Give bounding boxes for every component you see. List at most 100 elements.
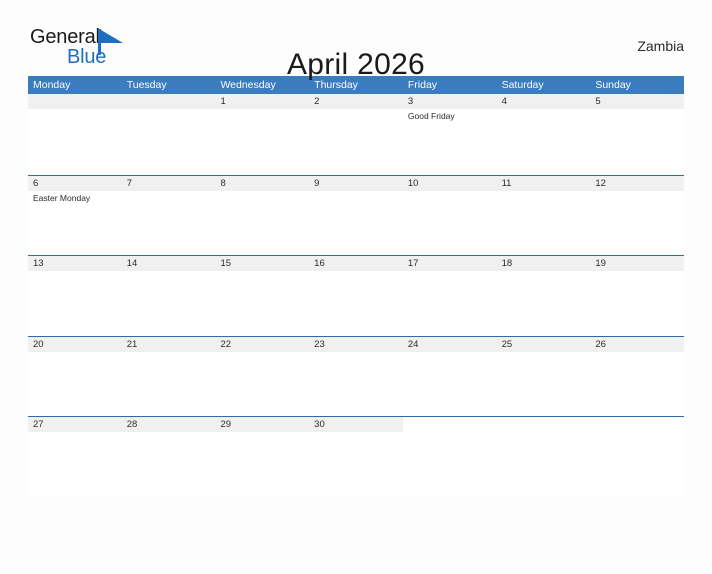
day-events (28, 432, 122, 434)
day-number-strip: 19 (590, 256, 685, 271)
day-cell-27[interactable]: 27 (28, 417, 122, 497)
day-cell-4[interactable]: 4 (496, 94, 591, 175)
day-number: 14 (126, 258, 138, 269)
day-cell-21[interactable]: 21 (121, 336, 216, 416)
day-number-strip: 14 (121, 256, 216, 271)
day-cell-16[interactable]: 16 (309, 256, 403, 336)
day-cell-25[interactable]: 25 (496, 336, 591, 416)
country-label: Zambia (637, 38, 684, 54)
day-cell-20[interactable]: 20 (28, 336, 122, 416)
day-events (309, 432, 403, 434)
day-number-strip: 5 (590, 94, 685, 109)
day-events (122, 109, 216, 111)
day-cell-7[interactable]: 7 (121, 175, 216, 255)
day-cell-24[interactable]: 24 (402, 336, 497, 416)
day-number-strip: 24 (402, 336, 497, 352)
day-number-strip: 25 (496, 336, 591, 352)
day-number-strip: 7 (121, 175, 216, 191)
day-cell-18[interactable]: 18 (496, 256, 591, 336)
day-events (590, 109, 684, 111)
day-number: 16 (314, 258, 325, 269)
day-number-strip: 2 (309, 94, 403, 109)
day-events: Easter Monday (28, 191, 122, 204)
day-events (28, 352, 122, 354)
day-number-strip: 27 (28, 417, 122, 432)
day-cell-30[interactable]: 30 (309, 417, 403, 497)
calendar-weeks: 1 2 3 Good Friday 4 5 6 Easter Monday 7 8 9 10 11 12 1… (28, 94, 685, 497)
day-cell-11[interactable]: 11 (496, 175, 591, 255)
day-events (215, 109, 309, 111)
day-number: 6 (33, 177, 39, 189)
day-number-strip: 22 (215, 336, 310, 352)
day-cell-28[interactable]: 28 (121, 417, 216, 497)
day-number-strip: 30 (309, 417, 403, 432)
day-events (497, 191, 591, 193)
day-number: 29 (220, 419, 232, 430)
day-number: 10 (407, 177, 419, 189)
day-events (403, 432, 497, 434)
day-events (590, 352, 684, 354)
day-events (122, 191, 216, 193)
day-number-strip: 16 (309, 256, 403, 271)
day-events (215, 432, 309, 434)
day-events (309, 191, 403, 193)
day-cell-13[interactable]: 13 (28, 256, 122, 336)
day-cell-empty (121, 94, 216, 175)
day-number-strip: 6 (28, 175, 122, 191)
holiday-event: Easter Monday (33, 192, 91, 203)
day-cell-26[interactable]: 26 (590, 336, 685, 416)
day-number: 30 (314, 419, 325, 430)
day-events (215, 271, 309, 273)
day-events (215, 191, 309, 193)
day-cell-22[interactable]: 22 (215, 336, 310, 416)
day-events (309, 271, 403, 273)
day-events (28, 109, 122, 111)
day-events (497, 432, 591, 434)
page-title: April 2026 (286, 48, 426, 82)
page-header: General Blue April 2026 Zambia (28, 24, 684, 81)
day-number-strip (121, 94, 216, 109)
day-number: 12 (595, 177, 606, 189)
day-number-strip: 12 (590, 175, 685, 191)
day-cell-2[interactable]: 2 (309, 94, 403, 175)
day-number-strip: 1 (215, 94, 310, 109)
day-events (309, 109, 403, 111)
day-number: 11 (501, 177, 512, 189)
day-number: 13 (33, 258, 44, 269)
day-cell-17[interactable]: 17 (402, 256, 497, 336)
calendar-week-row: 6 Easter Monday 7 8 9 10 11 12 (28, 174, 685, 255)
day-number-strip: 29 (215, 417, 310, 432)
day-cell-10[interactable]: 10 (402, 175, 497, 255)
day-number: 8 (220, 177, 226, 189)
day-cell-29[interactable]: 29 (215, 417, 310, 497)
day-cell-6[interactable]: 6 Easter Monday (28, 175, 122, 255)
day-cell-23[interactable]: 23 (309, 336, 403, 416)
day-events (403, 271, 497, 273)
day-cell-15[interactable]: 15 (215, 256, 310, 336)
day-number: 27 (33, 419, 44, 430)
day-events (122, 432, 216, 434)
day-cell-3[interactable]: 3 Good Friday (402, 94, 497, 175)
day-cell-14[interactable]: 14 (121, 256, 216, 336)
day-number-strip: 20 (28, 336, 122, 352)
day-cell-5[interactable]: 5 (590, 94, 685, 175)
calendar-week-row: 13 14 15 16 17 18 19 (28, 255, 685, 336)
day-number-strip: 21 (121, 336, 216, 352)
day-events (122, 271, 216, 273)
day-cell-8[interactable]: 8 (215, 175, 310, 255)
day-number-strip (402, 417, 497, 432)
day-events (122, 352, 216, 354)
day-cell-1[interactable]: 1 (215, 94, 310, 175)
day-number: 7 (126, 177, 133, 189)
day-cell-empty (28, 94, 122, 175)
day-cell-19[interactable]: 19 (590, 256, 685, 336)
day-cell-12[interactable]: 12 (590, 175, 685, 255)
day-events (215, 352, 309, 354)
day-cell-9[interactable]: 9 (309, 175, 403, 255)
day-number-strip: 4 (496, 94, 591, 109)
day-number: 17 (407, 258, 419, 269)
day-number-strip (590, 417, 685, 432)
day-number-strip: 10 (402, 175, 497, 191)
day-number: 5 (595, 96, 601, 107)
day-number-strip: 8 (215, 175, 310, 191)
